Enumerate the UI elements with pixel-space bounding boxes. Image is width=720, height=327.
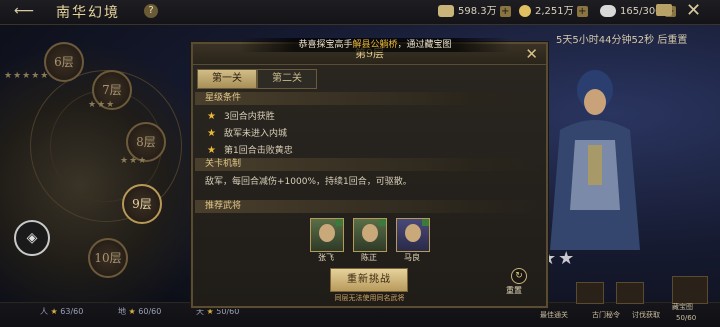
close-icon[interactable]: ✕: [686, 1, 701, 21]
tab-stage-2[interactable]: 第二关: [257, 69, 317, 89]
star-icon: ★: [207, 128, 216, 139]
condition-2: ★ 敌军未进入内城: [207, 128, 287, 139]
page-title: 南华幻境: [56, 5, 120, 21]
mail-icon[interactable]: [656, 4, 672, 16]
ancient-order-button[interactable]: [616, 282, 644, 304]
best-clear-label: 最佳通关: [540, 311, 568, 319]
general-name: 张飞: [318, 253, 334, 262]
mechanism-header: 关卡机制: [195, 158, 542, 171]
general-portrait-maliang[interactable]: [396, 218, 430, 252]
silver-resource: 598.3万 +: [438, 4, 511, 19]
silver-value: 598.3万: [458, 6, 497, 17]
floor-9[interactable]: 9层: [122, 184, 162, 224]
star-icon: ★: [207, 111, 216, 122]
back-arrow-icon[interactable]: ⟵: [14, 3, 44, 19]
reset-icon[interactable]: ↻: [511, 268, 527, 284]
silver-icon: [438, 5, 454, 17]
treasure-map-label: 藏宝图: [672, 303, 693, 311]
floor-7-stars: ★★★: [88, 100, 116, 110]
treasure-map-button[interactable]: [672, 276, 708, 304]
general-portrait-zhangfei[interactable]: [310, 218, 344, 252]
crusade-label: 讨伐获取: [632, 311, 660, 319]
dialog-close-icon[interactable]: ✕: [525, 44, 538, 64]
floor-8-stars: ★★★: [120, 156, 148, 166]
broadcast-banner: 恭喜探宝高手解县公躺桥，通过藏宝图: [240, 38, 510, 52]
gold-resource: 2,251万 +: [519, 4, 588, 19]
gold-value: 2,251万: [535, 6, 574, 17]
floor-6[interactable]: 6层: [44, 42, 84, 82]
reset-label: 重置: [506, 286, 522, 295]
ancient-order-label: 古门秘令: [592, 311, 620, 319]
mechanism-text: 敌军，每回合减伤+1000%，持续1回合，可驱散。: [205, 177, 412, 187]
retry-note: 同层无法使用同名武将: [334, 294, 405, 302]
tab-stage-1[interactable]: 第一关: [197, 69, 257, 89]
best-clear-button[interactable]: [576, 282, 604, 304]
star-icon: ★: [207, 145, 216, 156]
level-dialog: 第9层 ✕ 第一关 第二关 星级条件 ★ 3回合内获胜 ★ 敌军未进入内城 ★ 第1回…: [191, 42, 548, 308]
recommended-generals-header: 推荐武将: [195, 200, 542, 213]
hero-portrait: [550, 70, 640, 250]
add-gold-button[interactable]: +: [576, 5, 588, 17]
condition-3: ★ 第1回合击败黄忠: [207, 145, 293, 156]
corner-stat: 50/60: [676, 314, 697, 322]
condition-1: ★ 3回合内获胜: [207, 111, 275, 122]
star-conditions-header: 星级条件: [195, 92, 542, 105]
general-name: 陈正: [361, 253, 377, 262]
floor-10[interactable]: 10层: [88, 238, 128, 278]
floor-6-stars: ★★★★★: [4, 71, 50, 81]
stamina-icon: [600, 5, 616, 17]
add-silver-button[interactable]: +: [499, 5, 511, 17]
stat-di: 地 ★ 60/60: [118, 307, 162, 316]
retry-button[interactable]: 重新挑战: [330, 268, 408, 292]
general-portrait-chenzheng[interactable]: [353, 218, 387, 252]
general-name: 马良: [404, 253, 420, 262]
gold-icon: [519, 5, 531, 17]
tower-emblem-icon[interactable]: ◈: [14, 220, 50, 256]
stat-ren: 人 ★ 63/60: [40, 307, 84, 316]
help-icon[interactable]: ?: [144, 4, 158, 18]
reset-timer: 5天5小时44分钟52秒 后重置: [556, 35, 688, 46]
